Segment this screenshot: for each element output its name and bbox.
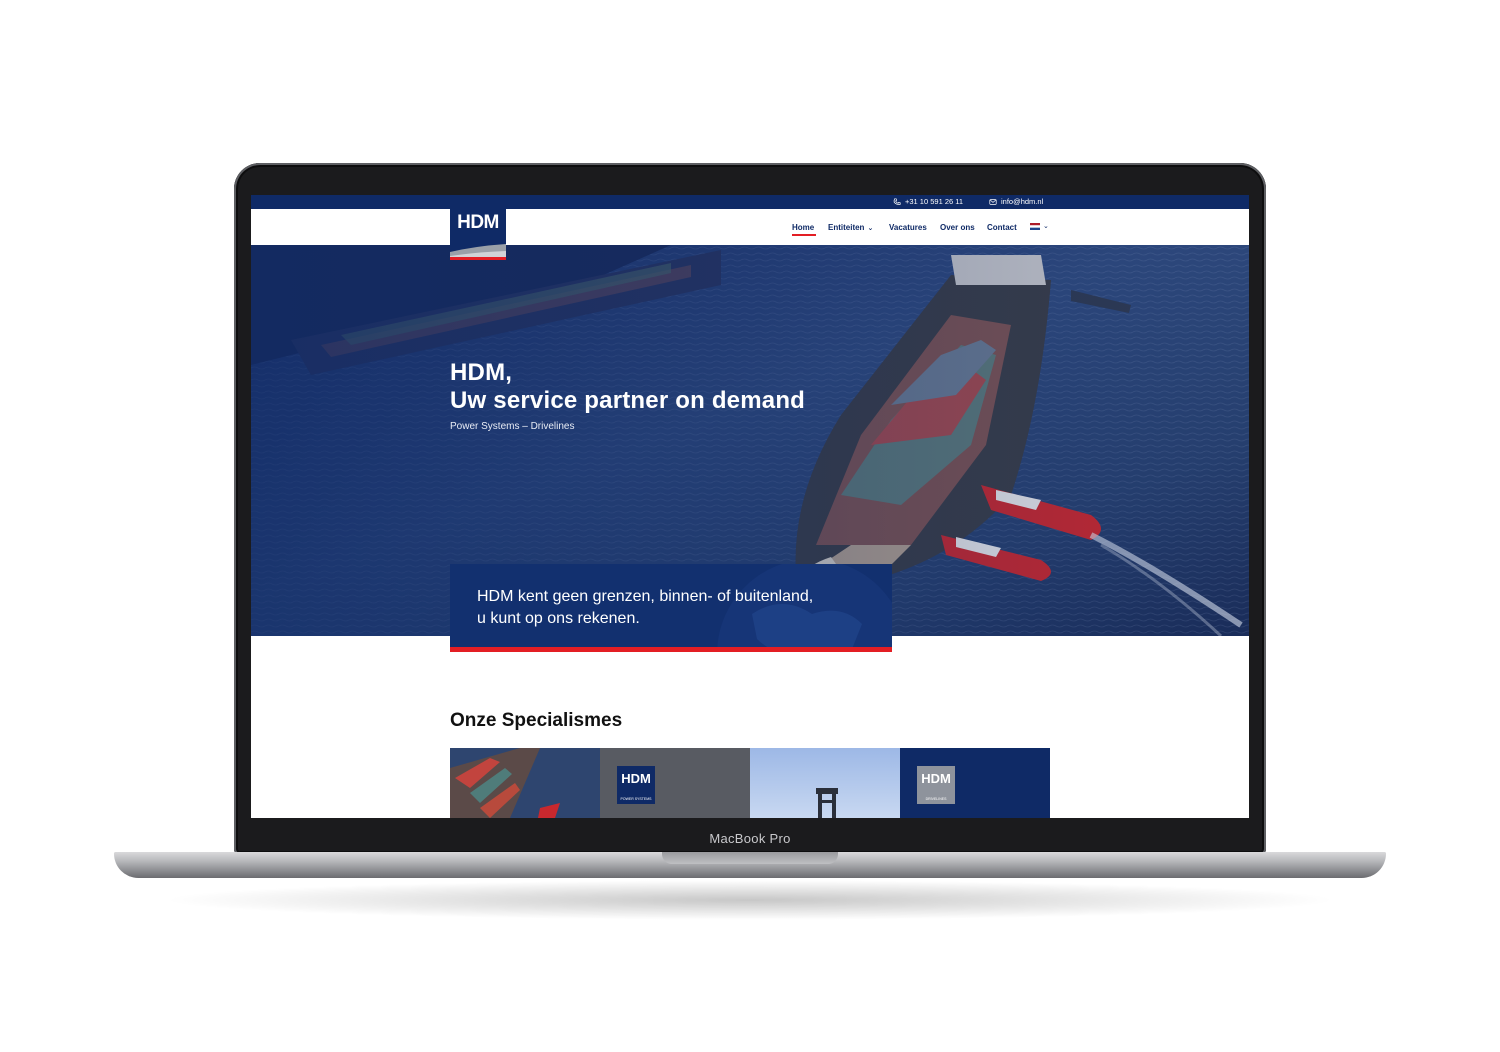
power-systems-caption: POWER SYSTEMS xyxy=(620,797,652,801)
drivelines-logo: HDM DRIVELINES xyxy=(917,766,955,804)
quote-line2: u kunt op ons rekenen. xyxy=(477,610,640,627)
laptop-base xyxy=(114,852,1386,878)
laptop-notch xyxy=(662,852,838,864)
nav-entiteiten-label: Entiteiten xyxy=(828,223,865,232)
phone-text: +31 10 591 26 11 xyxy=(905,197,964,206)
nav-active-indicator xyxy=(792,234,816,236)
language-chevron-icon[interactable]: ⌄ xyxy=(1043,222,1049,230)
logo-swoosh-icon xyxy=(450,244,506,260)
quote-line1: HDM kent geen grenzen, binnen- of buiten… xyxy=(477,588,814,605)
logo-text: HDM xyxy=(457,212,499,233)
laptop-shadow xyxy=(160,880,1340,920)
quote-accent-line xyxy=(450,647,892,652)
main-navbar: Home Entiteiten ⌄ Vacatures Over ons Cont… xyxy=(251,209,1249,245)
website-screen: +31 10 591 26 11 info@hdm.nl Home Entite… xyxy=(251,195,1249,818)
power-systems-logo: HDM POWER SYSTEMS xyxy=(617,766,655,804)
drivelines-caption: DRIVELINES xyxy=(925,797,947,801)
hero-subtitle: Power Systems – Drivelines xyxy=(450,421,575,432)
hero-quote-box: HDM kent geen grenzen, binnen- of buiten… xyxy=(450,564,892,652)
dutch-flag-icon[interactable] xyxy=(1030,223,1040,230)
hero-title: HDM, Uw service partner on demand xyxy=(450,359,805,415)
nav-home[interactable]: Home xyxy=(792,223,814,232)
hero-title-line1: HDM, xyxy=(450,359,513,386)
nav-over-ons[interactable]: Over ons xyxy=(940,223,975,232)
email-link[interactable]: info@hdm.nl xyxy=(989,197,1043,206)
specialism-tile-power-systems[interactable]: HDM POWER SYSTEMS xyxy=(600,748,750,818)
device-label: MacBook Pro xyxy=(709,831,791,846)
power-systems-logo-text: HDM xyxy=(621,771,651,786)
nav-contact[interactable]: Contact xyxy=(987,223,1017,232)
mail-icon xyxy=(989,198,997,205)
email-text: info@hdm.nl xyxy=(1001,197,1044,206)
phone-link[interactable]: +31 10 591 26 11 xyxy=(893,197,963,206)
specialisms-heading: Onze Specialismes xyxy=(450,710,623,731)
nav-entiteiten[interactable]: Entiteiten ⌄ xyxy=(828,223,873,232)
specialisms-tiles: HDM POWER SYSTEMS HDM DRIVELINES xyxy=(450,748,1050,818)
nav-vacatures[interactable]: Vacatures xyxy=(889,223,927,232)
drivelines-logo-text: HDM xyxy=(921,771,951,786)
hdm-logo[interactable]: HDM xyxy=(450,204,506,260)
specialism-tile-drivelines[interactable]: HDM DRIVELINES xyxy=(900,748,1050,818)
specialism-tile-crane-image[interactable] xyxy=(750,748,900,818)
chevron-down-icon: ⌄ xyxy=(867,225,874,232)
crane-image xyxy=(816,788,838,818)
phone-icon xyxy=(893,197,901,205)
contact-bar: +31 10 591 26 11 info@hdm.nl xyxy=(251,195,1249,209)
ship-image xyxy=(450,748,600,818)
specialism-tile-ship-image[interactable] xyxy=(450,748,600,818)
quote-text: HDM kent geen grenzen, binnen- of buiten… xyxy=(477,586,813,630)
hero-title-line2: Uw service partner on demand xyxy=(450,387,806,414)
